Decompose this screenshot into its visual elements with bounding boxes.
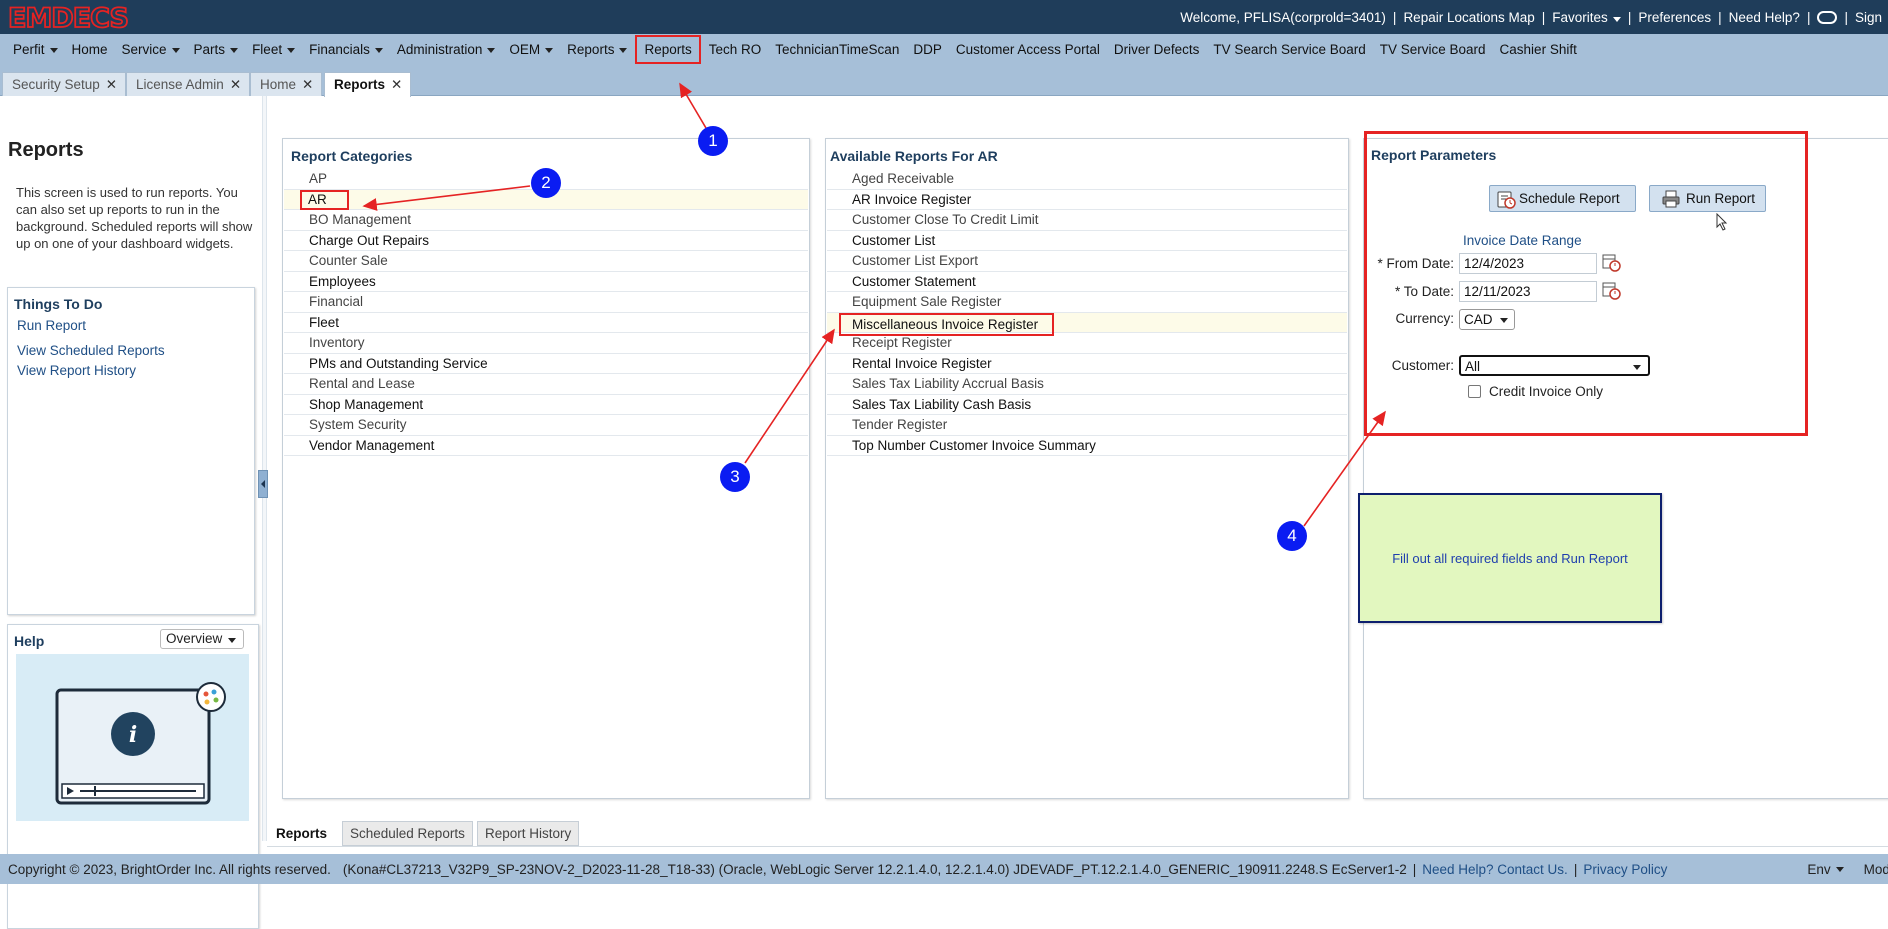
env-label: Env	[1807, 861, 1831, 877]
step-marker-4: 4	[1277, 521, 1307, 551]
tab-report-history[interactable]: Report History	[477, 821, 580, 846]
mode-menu[interactable]: Mode	[1864, 862, 1888, 877]
copyright-text: Copyright © 2023, BrightOrder Inc. All r…	[8, 861, 331, 877]
bottom-tab-divider	[267, 846, 1888, 847]
chevron-down-icon	[1835, 867, 1844, 872]
annotation-arrows	[362, 82, 1386, 527]
tab-reports-bottom[interactable]: Reports	[268, 821, 336, 846]
step-marker-3: 3	[720, 462, 750, 492]
privacy-policy-link[interactable]: Privacy Policy	[1583, 862, 1667, 877]
step-marker-1: 1	[698, 126, 728, 156]
build-info-text: (Kona#CL37213_V32P9_SP-23NOV-2_D2023-11-…	[342, 861, 1407, 877]
env-menu[interactable]: Env	[1807, 861, 1844, 877]
step-marker-2: 2	[531, 168, 561, 198]
contact-us-link[interactable]: Need Help? Contact Us.	[1422, 862, 1568, 877]
tab-scheduled-reports[interactable]: Scheduled Reports	[342, 821, 473, 846]
footer-bar: Copyright © 2023, BrightOrder Inc. All r…	[0, 854, 1888, 884]
